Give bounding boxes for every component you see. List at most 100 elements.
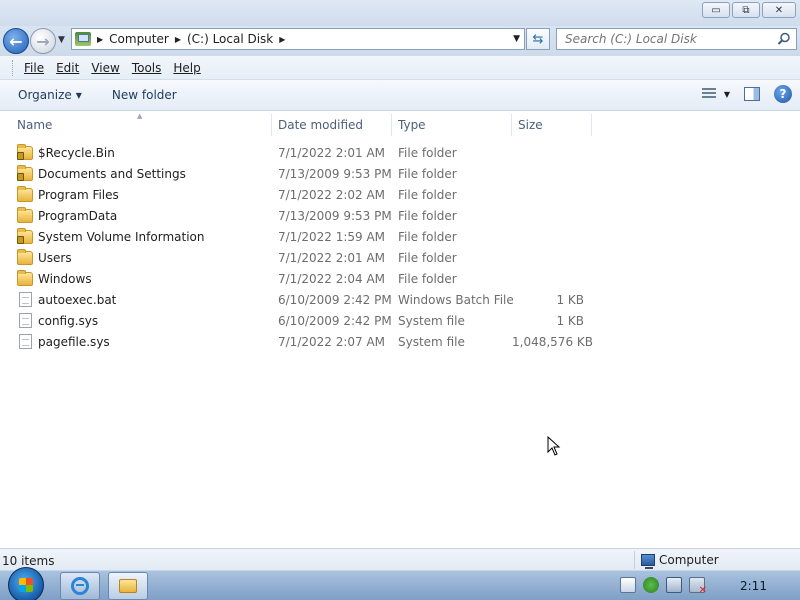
file-name: ProgramData: [38, 209, 118, 223]
menu-edit-label: Edit: [56, 60, 80, 75]
view-controls: ▼ ?: [701, 85, 792, 103]
menu-file[interactable]: File: [18, 61, 50, 75]
list-item[interactable]: Documents and Settings 7/13/2009 9:53 PM…: [0, 164, 800, 185]
column-size[interactable]: Size: [518, 118, 543, 132]
file-date: 7/1/2022 2:04 AM: [278, 272, 386, 286]
file-type: File folder: [398, 188, 457, 202]
organize-label: Organize: [18, 88, 72, 102]
clock[interactable]: 2:11: [740, 579, 767, 593]
menu-view[interactable]: View: [85, 61, 125, 75]
search-icon[interactable]: [777, 32, 791, 46]
address-bar[interactable]: ▶ Computer ▶ (C:) Local Disk ▶ ▼: [71, 28, 525, 50]
list-item[interactable]: Windows 7/1/2022 2:04 AM File folder: [0, 269, 800, 290]
start-button[interactable]: [8, 567, 44, 600]
chevron-down-icon: ▼: [75, 90, 82, 100]
status-location: Computer: [641, 553, 719, 569]
file-name: config.sys: [38, 314, 99, 328]
column-type[interactable]: Type: [398, 118, 426, 132]
column-divider[interactable]: [511, 114, 512, 136]
column-divider[interactable]: [391, 114, 392, 136]
breadcrumb-local-disk[interactable]: (C:) Local Disk: [187, 32, 273, 46]
list-item[interactable]: config.sys 6/10/2009 2:42 PM System file…: [0, 311, 800, 332]
folder-icon: [17, 207, 33, 223]
chevron-right-icon[interactable]: ▶: [97, 35, 103, 44]
file-date: 6/10/2009 2:42 PM: [278, 314, 392, 328]
help-icon[interactable]: ?: [774, 85, 792, 103]
close-button[interactable]: ✕: [762, 2, 796, 18]
new-folder-button[interactable]: New folder: [104, 88, 185, 102]
file-date: 7/1/2022 2:07 AM: [278, 335, 386, 349]
view-details-icon: [701, 88, 716, 100]
file-type: File folder: [398, 251, 457, 265]
menu-bar: File Edit View Tools Help: [0, 56, 800, 80]
window-controls: ▭ ⧉ ✕: [702, 2, 796, 18]
list-item[interactable]: Program Files 7/1/2022 2:02 AM File fold…: [0, 185, 800, 206]
arrow-left-icon: ←: [9, 31, 23, 51]
status-bar: 10 items Computer: [0, 548, 800, 570]
system-file-icon: [19, 334, 32, 349]
file-type: File folder: [398, 230, 457, 244]
sort-ascending-icon: ▲: [137, 112, 143, 120]
back-button[interactable]: ←: [3, 28, 29, 54]
network-icon[interactable]: [666, 577, 682, 593]
menu-grip: [12, 59, 14, 76]
file-name: Users: [38, 251, 72, 265]
file-type: File folder: [398, 272, 457, 286]
notification-icon[interactable]: [620, 577, 636, 593]
list-item[interactable]: ProgramData 7/13/2009 9:53 PM File folde…: [0, 206, 800, 227]
list-item[interactable]: System Volume Information 7/1/2022 1:59 …: [0, 227, 800, 248]
chevron-right-icon[interactable]: ▶: [175, 35, 181, 44]
chevron-right-icon[interactable]: ▶: [279, 35, 285, 44]
change-view-button[interactable]: ▼: [701, 88, 730, 100]
column-date-modified[interactable]: Date modified: [278, 118, 363, 132]
volume-muted-icon[interactable]: [689, 577, 707, 596]
menu-help[interactable]: Help: [167, 61, 206, 75]
file-name: pagefile.sys: [38, 335, 110, 349]
column-divider[interactable]: [591, 114, 592, 136]
folder-locked-icon: [17, 228, 33, 244]
search-input[interactable]: [557, 32, 767, 46]
file-size: 1,048,576 KB: [512, 335, 593, 349]
folder-locked-icon: [17, 165, 33, 181]
list-item[interactable]: pagefile.sys 7/1/2022 2:07 AM System fil…: [0, 332, 800, 353]
security-shield-icon[interactable]: [643, 577, 659, 593]
forward-button[interactable]: →: [30, 28, 56, 54]
menu-edit[interactable]: Edit: [50, 61, 85, 75]
folder-icon: [17, 270, 33, 286]
new-folder-label: New folder: [111, 88, 177, 102]
recent-pages-dropdown[interactable]: ▼: [58, 35, 65, 45]
mouse-cursor-icon: [547, 436, 561, 456]
organize-button[interactable]: Organize ▼: [10, 88, 90, 102]
arrow-right-icon: →: [36, 31, 50, 51]
taskbar-internet-explorer[interactable]: [60, 572, 100, 600]
refresh-icon: ⇆: [532, 31, 544, 47]
search-box[interactable]: [556, 28, 797, 50]
chevron-down-icon[interactable]: ▼: [724, 90, 730, 99]
list-item[interactable]: $Recycle.Bin 7/1/2022 2:01 AM File folde…: [0, 143, 800, 164]
menu-view-label: View: [91, 60, 120, 75]
minimize-button[interactable]: ▭: [702, 2, 730, 18]
preview-pane-icon[interactable]: [744, 87, 760, 101]
taskbar-windows-explorer[interactable]: [108, 572, 148, 600]
maximize-button[interactable]: ⧉: [732, 2, 760, 18]
internet-explorer-icon: [71, 577, 89, 595]
taskbar: 2:11: [0, 567, 800, 600]
list-item[interactable]: Users 7/1/2022 2:01 AM File folder: [0, 248, 800, 269]
column-divider[interactable]: [271, 114, 272, 136]
computer-icon: [75, 32, 91, 46]
list-item[interactable]: autoexec.bat 6/10/2009 2:42 PM Windows B…: [0, 290, 800, 311]
menu-tools[interactable]: Tools: [126, 61, 168, 75]
folder-icon: [119, 579, 137, 593]
menu-tools-label: Tools: [131, 60, 162, 75]
column-name[interactable]: Name: [17, 118, 52, 132]
file-name: Program Files: [38, 188, 119, 202]
file-type: File folder: [398, 209, 457, 223]
address-dropdown-icon[interactable]: ▼: [513, 34, 520, 44]
file-list: $Recycle.Bin 7/1/2022 2:01 AM File folde…: [0, 143, 800, 353]
file-type: File folder: [398, 146, 457, 160]
refresh-button[interactable]: ⇆: [526, 28, 550, 50]
file-name: $Recycle.Bin: [38, 146, 115, 160]
file-name: Documents and Settings: [38, 167, 186, 181]
batch-file-icon: [19, 292, 32, 307]
breadcrumb-computer[interactable]: Computer: [109, 32, 169, 46]
